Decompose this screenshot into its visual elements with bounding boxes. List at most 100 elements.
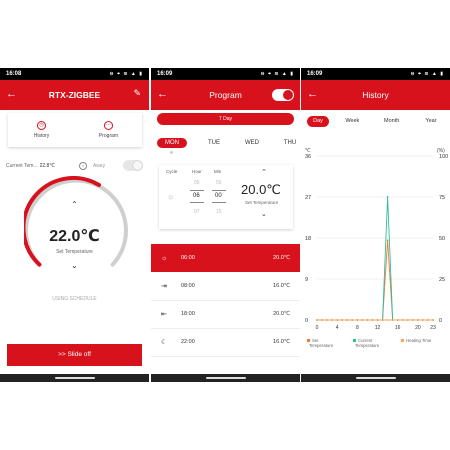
period-temperature: 20.0℃ [241,182,281,197]
min-next[interactable]: 15 [216,209,222,215]
tab-program[interactable]: ⋯ Program [75,113,142,147]
period-time: 06:00 [181,255,195,261]
x-tick-label: 12 [375,325,381,331]
data-point [336,319,339,321]
period-time: 08:00 [181,283,195,289]
data-point [331,319,334,321]
series-line [317,240,433,321]
dots-icon: ⋯ [104,121,113,130]
day-tab-tue[interactable]: TUE [195,138,233,148]
period-temperature-label: Set Temperature [245,200,279,205]
status-bar: 16:09 ⊖ ⌖ ≋ ▲ ▮ [151,68,300,80]
page-title: RTX-ZIGBEE [48,90,101,100]
feature-tabs: ◷ History ⋯ Program [8,113,142,147]
hour-current[interactable]: 06 [193,193,200,199]
data-point [341,319,344,321]
back-arrow-icon[interactable]: ← [157,88,168,100]
left-tick-label: 36 [305,154,311,160]
data-point [321,319,323,321]
increase-temp-chevron-icon[interactable]: ⌃ [261,168,267,176]
edit-pencil-icon[interactable]: ✎ [133,88,141,99]
period-row[interactable]: ⇤ 18:00 20.0℃ [151,300,300,329]
min-divider [212,190,226,191]
cycle-header: Cycle [166,169,178,174]
home-pill[interactable] [54,377,95,379]
data-point [316,319,318,321]
hour-prev[interactable]: 05 [194,180,200,186]
decrease-temp-chevron-icon[interactable]: ⌄ [261,210,267,218]
sunrise-icon: ☼ [167,192,175,201]
door-out-icon: ⇥ [161,283,167,290]
tab-year[interactable]: Year [415,116,447,127]
data-point [401,319,404,321]
program-toggle[interactable] [272,89,294,101]
app-bar: ← Program [151,80,300,110]
data-point [432,319,434,321]
toggle-knob [133,161,142,170]
legend-label-line: Temperature [355,343,380,348]
tab-history[interactable]: ◷ History [8,113,75,147]
series-line [317,196,433,321]
data-point [427,319,429,321]
x-tick-label: 20 [415,325,421,331]
away-toggle[interactable] [123,160,143,171]
system-nav-bar [0,374,149,382]
data-point [406,319,409,321]
legend-label: Heating Time [406,338,432,343]
period-row[interactable]: ☼ 06:00 20.0℃ [151,244,300,272]
x-tick-label: 0 [316,325,319,331]
screen-history: 16:09 ⊖ ⌖ ≋ ▲ ▮ ← History Day Week Month… [301,68,450,382]
mode-7day-button[interactable]: 7 Day [157,113,294,125]
slide-off-button[interactable]: >> Slide off [7,344,142,366]
tab-history-label: History [33,133,50,139]
status-bar: 16:08 ⊖ ⌖ ≋ ▲ ▮ [0,68,149,80]
min-prev[interactable]: 55 [216,180,222,186]
status-icons: ⊖ ⌖ ≋ ▲ ▮ [109,71,143,77]
current-temp-row: Current Tem... 22.8℃ ⌂ Away [6,160,143,171]
min-divider [212,202,226,203]
tab-month[interactable]: Month [376,116,408,127]
day-tab-wed[interactable]: WED [233,138,271,148]
min-current[interactable]: 00 [215,193,222,199]
setpoint-value: 22.0℃ [49,228,100,245]
right-tick-label: 0 [439,318,442,324]
right-tick-label: 50 [439,236,445,242]
tab-day[interactable]: Day [307,116,329,127]
data-point [376,319,379,321]
legend-label: Current Temperature [355,338,380,348]
period-row[interactable]: ⇥ 08:00 16.0℃ [151,272,300,301]
period-row[interactable]: ☾ 22:00 16.0℃ [151,328,300,357]
period-temp: 16.0℃ [273,283,290,289]
data-point [391,319,394,321]
back-arrow-icon[interactable]: ← [6,88,17,100]
data-point [386,239,389,242]
app-bar: ← RTX-ZIGBEE ✎ [0,80,149,110]
tab-week[interactable]: Week [336,116,368,127]
home-pill[interactable] [355,377,396,379]
home-pill[interactable] [205,377,246,379]
increase-temp-chevron-icon[interactable]: ⌃ [0,200,149,209]
day-tab-thu[interactable]: THU [271,138,300,148]
history-chart: ℃ (%)0 09 2518 5027 7536 1000 4 8 12 16 20 23Set Temp… [305,148,448,348]
current-temp-label: Current Tem... [6,162,38,169]
legend-label: Set Temperature [309,338,334,348]
moon-icon: ☾ [161,339,168,346]
status-bar: 16:09 ⊖ ⌖ ≋ ▲ ▮ [301,68,450,80]
left-tick-label: 18 [305,236,311,242]
day-selector: MON TUE WED THU [157,138,300,148]
hour-divider [190,190,204,191]
back-arrow-icon[interactable]: ← [307,88,318,100]
away-label: Away [92,162,106,169]
selected-day-indicator [170,151,173,154]
data-point [396,319,399,321]
data-point [326,319,328,321]
data-point [416,319,419,321]
hour-next[interactable]: 07 [194,209,200,215]
data-point [351,319,354,321]
day-tab-mon[interactable]: MON [157,138,187,148]
right-tick-label: 100 [439,154,448,160]
decrease-temp-chevron-icon[interactable]: ⌄ [0,261,149,270]
history-range-tabs: Day Week Month Year [307,116,447,127]
app-bar: ← History [301,80,450,110]
right-tick-label: 25 [439,277,445,283]
